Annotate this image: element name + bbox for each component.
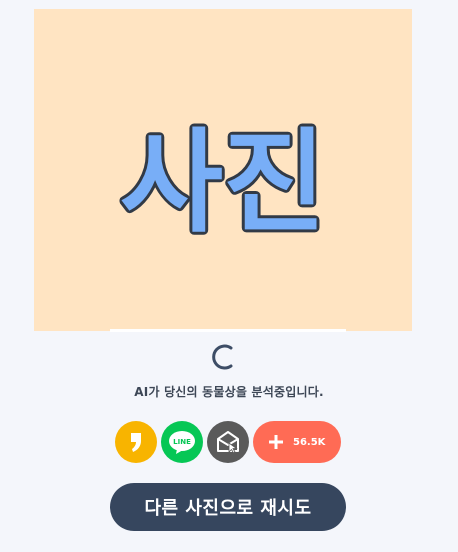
share-count: 56.5K <box>293 436 326 448</box>
analysis-status-text: AI가 당신의 동물상을 분석중입니다. <box>134 385 324 399</box>
mail-share-button[interactable] <box>207 421 249 463</box>
mail-icon <box>217 431 239 454</box>
kakao-share-button[interactable] <box>115 421 157 463</box>
retry-with-other-photo-button[interactable]: 다른 사진으로 재시도 <box>110 483 346 531</box>
photo-placeholder-graphic: 사진 <box>117 115 329 251</box>
line-icon: LINE <box>169 431 195 454</box>
photo-placeholder-text: 사진 <box>120 118 326 248</box>
kakao-icon <box>131 433 141 452</box>
photo-divider <box>110 329 346 332</box>
line-share-button[interactable]: LINE <box>161 421 203 463</box>
plus-icon <box>269 435 283 449</box>
photo-placeholder[interactable]: 사진 <box>34 9 412 331</box>
more-share-button[interactable]: 56.5K <box>253 421 341 463</box>
line-icon-label: LINE <box>173 438 191 446</box>
loading-spinner-icon <box>212 344 233 370</box>
page: 사진 AI가 당신의 동물상을 분석중입니다. LINE 56.5K 다른 사진… <box>0 0 458 552</box>
